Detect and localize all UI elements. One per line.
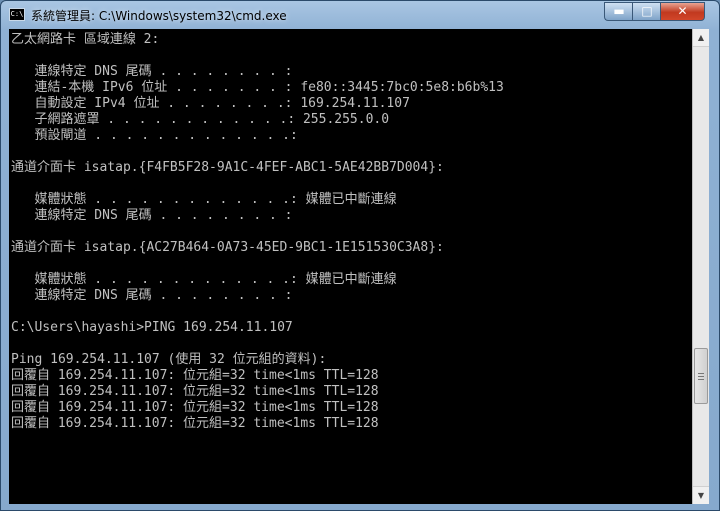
scrollbar-thumb[interactable] (694, 348, 708, 404)
window-title: 系統管理員: C:\Windows\system32\cmd.exe (31, 9, 287, 23)
cmd-icon[interactable]: C:\ (9, 8, 25, 21)
console-line: 通道介面卡 isatap.{AC27B464-0A73-45ED-9BC1-1E… (11, 240, 444, 255)
console-output: 乙太網路卡 區域連線 2: 連線特定 DNS 尾碼 . . . . . . . … (11, 32, 504, 432)
console-area[interactable]: 乙太網路卡 區域連線 2: 連線特定 DNS 尾碼 . . . . . . . … (9, 29, 692, 504)
console-line: 媒體狀態 . . . . . . . . . . . . .: 媒體已中斷連線 (11, 272, 397, 287)
scroll-up-arrow-icon[interactable]: ▲ (693, 29, 709, 47)
console-line: 回覆自 169.254.11.107: 位元組=32 time<1ms TTL=… (11, 384, 379, 399)
console-line: 回覆自 169.254.11.107: 位元組=32 time<1ms TTL=… (11, 368, 379, 383)
scroll-down-arrow-icon[interactable]: ▼ (693, 486, 709, 504)
console-line: Ping 169.254.11.107 (使用 32 位元組的資料): (11, 352, 327, 367)
minimize-button[interactable]: ▬ (604, 2, 633, 21)
console-line: 子網路遮罩 . . . . . . . . . . . .: 255.255.0… (11, 112, 390, 127)
console-line: 回覆自 169.254.11.107: 位元組=32 time<1ms TTL=… (11, 416, 379, 431)
console-line: 連線特定 DNS 尾碼 . . . . . . . . : (11, 64, 293, 79)
console-line: 預設閘道 . . . . . . . . . . . . .: (11, 128, 298, 143)
console-line: 連線特定 DNS 尾碼 . . . . . . . . : (11, 208, 293, 223)
console-line: C:\Users\hayashi>PING 169.254.11.107 (11, 320, 293, 335)
close-button[interactable]: ✕ (660, 2, 705, 21)
console-line: 回覆自 169.254.11.107: 位元組=32 time<1ms TTL=… (11, 400, 379, 415)
cmd-window: C:\ 系統管理員: C:\Windows\system32\cmd.exe ▬… (0, 0, 720, 511)
console-line: 連結-本機 IPv6 位址 . . . . . . . : fe80::3445… (11, 80, 504, 95)
title-bar[interactable]: C:\ 系統管理員: C:\Windows\system32\cmd.exe ▬… (1, 1, 719, 29)
vertical-scrollbar[interactable]: ▲ ▼ (692, 29, 709, 504)
console-line: 連線特定 DNS 尾碼 . . . . . . . . : (11, 288, 293, 303)
console-line: 通道介面卡 isatap.{F4FB5F28-9A1C-4FEF-ABC1-5A… (11, 160, 444, 175)
maximize-button[interactable]: □ (632, 2, 661, 21)
console-line: 媒體狀態 . . . . . . . . . . . . .: 媒體已中斷連線 (11, 192, 397, 207)
console-line: 自動設定 IPv4 位址 . . . . . . . .: 169.254.11… (11, 96, 410, 111)
console-line: 乙太網路卡 區域連線 2: (11, 32, 160, 47)
